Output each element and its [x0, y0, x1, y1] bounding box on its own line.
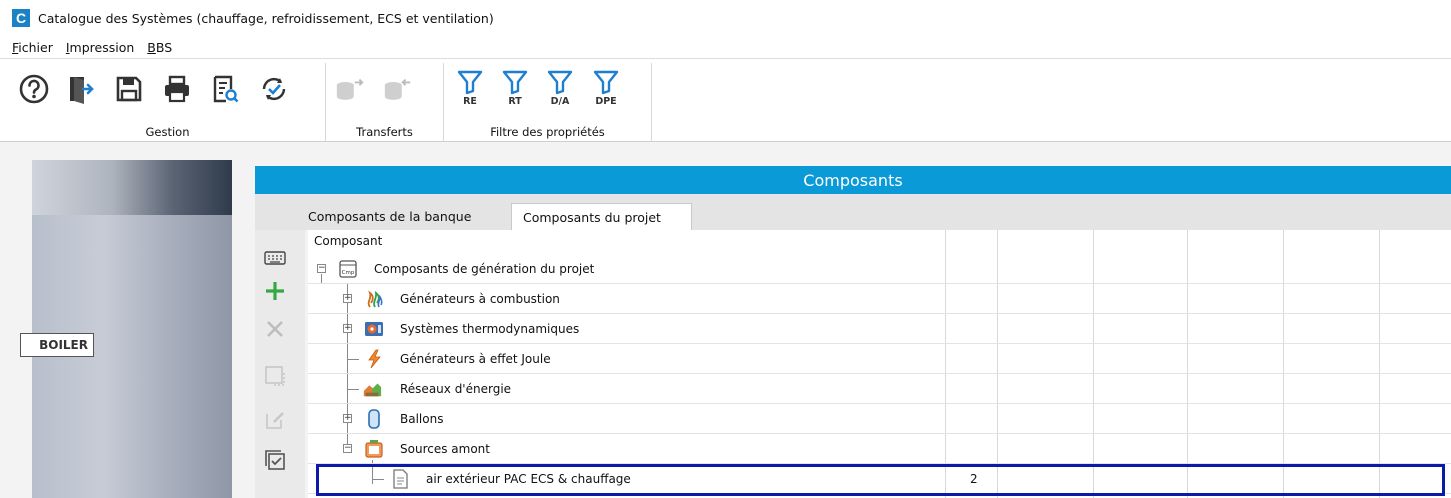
filter-da-button[interactable]: D/A — [542, 69, 578, 115]
tree-line — [347, 389, 359, 390]
print-button[interactable] — [161, 71, 193, 107]
filtre-group: RE RT D/A DPE Filtre des propriétés — [444, 63, 652, 141]
preview-button[interactable] — [209, 71, 241, 107]
filter-re-label: RE — [463, 96, 477, 107]
cmp-icon: Cmp — [339, 260, 357, 278]
tree-row-sources-amont[interactable]: − Sources amont — [308, 434, 1451, 464]
funnel-icon — [593, 70, 619, 95]
tab-bar: Composants de la banque Composants du pr… — [255, 194, 1451, 230]
exit-button[interactable] — [65, 71, 97, 107]
tree-row-generateurs-combustion[interactable]: + Générateurs à combustion — [308, 284, 1451, 314]
lightning-icon — [368, 349, 381, 369]
refresh-check-icon — [262, 77, 286, 101]
source-icon — [365, 440, 383, 458]
tree-label: Ballons — [400, 412, 444, 426]
tree-label: Sources amont — [400, 442, 490, 456]
add-button[interactable] — [261, 277, 289, 305]
boiler-image-top — [32, 160, 232, 215]
tree-row-ballons[interactable]: + Ballons — [308, 404, 1451, 434]
keyboard-icon — [264, 251, 286, 265]
filter-dpe-label: DPE — [595, 96, 617, 107]
filter-da-label: D/A — [550, 96, 570, 107]
help-button[interactable] — [18, 71, 50, 107]
tab-composants-banque[interactable]: Composants de la banque — [308, 203, 471, 230]
tree-row-generateurs-joule[interactable]: Générateurs à effet Joule — [308, 344, 1451, 374]
boiler-badge: BOILER — [20, 333, 94, 357]
save-icon — [116, 76, 142, 102]
menu-impression[interactable]: Impression — [66, 40, 134, 55]
document-search-icon — [213, 75, 239, 103]
transferts-group-label: Transferts — [356, 125, 413, 139]
filter-rt-button[interactable]: RT — [497, 69, 533, 115]
transferts-group: Transferts — [326, 63, 444, 141]
menu-bar: Fichier Impression BBS — [0, 36, 1451, 58]
filtre-group-label: Filtre des propriétés — [490, 125, 605, 139]
keyboard-button[interactable] — [261, 244, 289, 272]
tree-label: Composants de génération du projet — [374, 262, 595, 276]
tree-label: Réseaux d'énergie — [400, 382, 512, 396]
menu-fichier[interactable]: Fichier — [12, 40, 53, 55]
tank-icon — [368, 409, 380, 429]
tree-label: Générateurs à effet Joule — [400, 352, 551, 366]
components-tree-grid: Composant − Cmp Composants de génération… — [308, 230, 1451, 498]
collapse-icon[interactable]: − — [343, 444, 352, 453]
edit-button[interactable] — [261, 406, 289, 434]
tree-row-reseaux-energie[interactable]: Réseaux d'énergie — [308, 374, 1451, 404]
save-button[interactable] — [113, 71, 145, 107]
tree-label: Systèmes thermodynamiques — [400, 322, 580, 336]
filter-dpe-button[interactable]: DPE — [588, 69, 624, 115]
collapse-icon[interactable]: − — [317, 264, 326, 273]
heat-pump-icon — [365, 322, 383, 336]
tab-composants-projet[interactable]: Composants du projet — [511, 203, 692, 230]
svg-text:Cmp: Cmp — [342, 270, 355, 276]
title-bar: C Catalogue des Systèmes (chauffage, ref… — [0, 0, 1451, 36]
ribbon-toolbar: Gestion Transferts RE RT D/A DPE Filtre … — [0, 58, 1451, 142]
database-import-icon — [384, 78, 411, 100]
edit-icon — [266, 412, 284, 429]
funnel-icon — [502, 70, 528, 95]
select-button[interactable] — [261, 362, 289, 390]
window-title: Catalogue des Systèmes (chauffage, refro… — [38, 10, 494, 26]
tree-line — [347, 359, 359, 360]
app-logo-icon: C — [12, 9, 30, 27]
expand-icon[interactable]: + — [343, 324, 352, 333]
expand-icon[interactable]: + — [343, 294, 352, 303]
funnel-icon — [457, 70, 483, 95]
gestion-group-label: Gestion — [145, 125, 190, 139]
close-icon — [267, 321, 283, 337]
menu-bbs[interactable]: BBS — [147, 40, 172, 55]
expand-icon[interactable]: + — [343, 414, 352, 423]
network-icon — [363, 383, 382, 397]
boiler-image-panel — [32, 160, 232, 498]
funnel-icon — [547, 70, 573, 95]
plus-icon — [266, 282, 284, 300]
export-db-button[interactable] — [334, 71, 366, 107]
checklist-icon — [265, 450, 285, 470]
gestion-group: Gestion — [10, 63, 326, 141]
column-header-composant: Composant — [314, 234, 383, 248]
flame-icon — [367, 290, 383, 308]
select-box-icon — [265, 366, 285, 386]
printer-icon — [165, 75, 189, 103]
selection-highlight — [316, 464, 1445, 496]
import-db-button[interactable] — [382, 71, 414, 107]
filter-rt-label: RT — [508, 96, 522, 107]
delete-button[interactable] — [261, 315, 289, 343]
exit-door-icon — [70, 77, 94, 104]
tree-label: Générateurs à combustion — [400, 292, 560, 306]
validate-button[interactable] — [258, 71, 290, 107]
check-button[interactable] — [261, 446, 289, 474]
filter-re-button[interactable]: RE — [452, 69, 488, 115]
help-icon — [19, 74, 49, 104]
composants-header: Composants — [255, 166, 1451, 194]
database-export-icon — [336, 78, 364, 100]
tree-row-composants-generation[interactable]: − Cmp Composants de génération du projet — [308, 254, 1451, 284]
tree-row-systemes-thermodynamiques[interactable]: + Systèmes thermodynamiques — [308, 314, 1451, 344]
side-toolbar — [255, 230, 305, 498]
